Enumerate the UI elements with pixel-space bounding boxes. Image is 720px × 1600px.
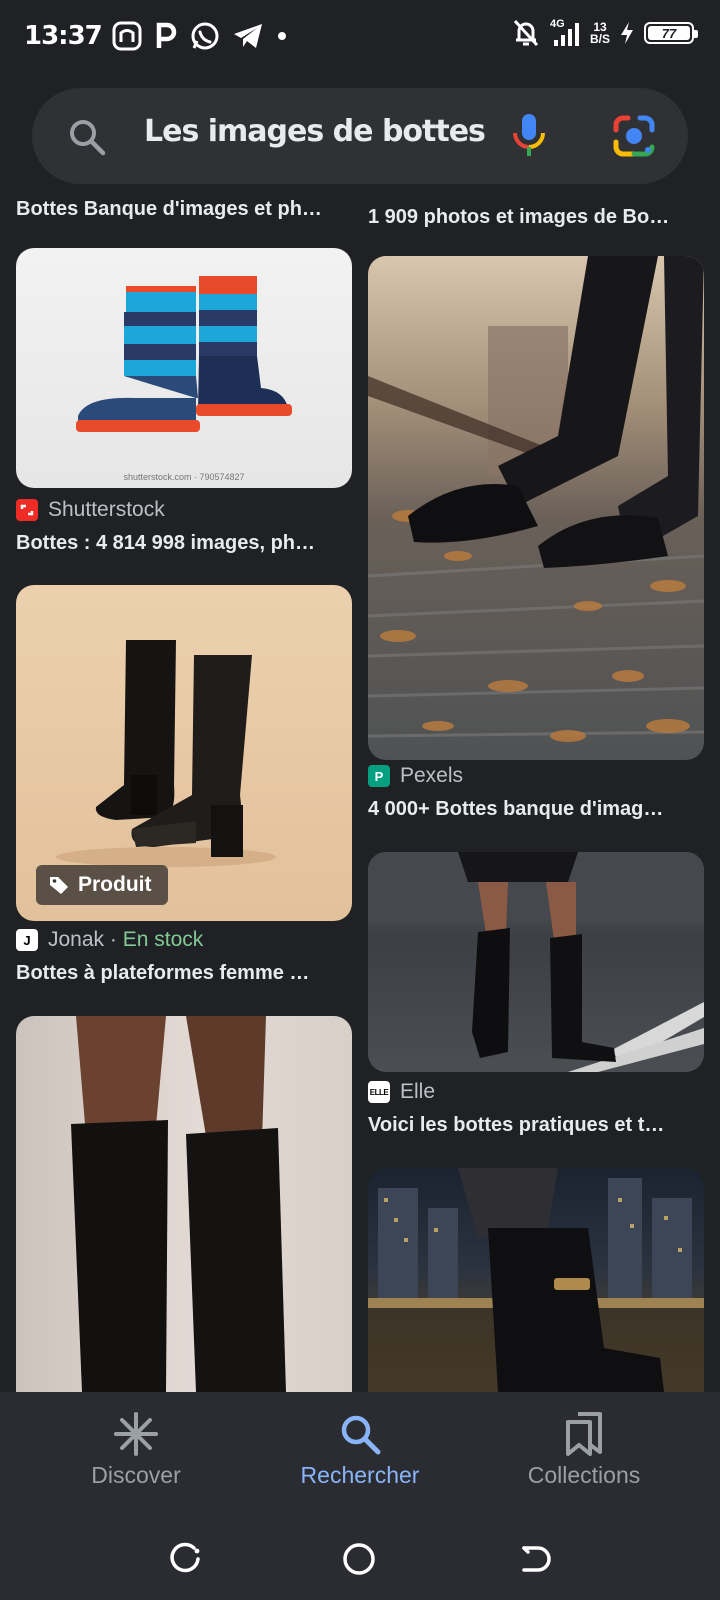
network-speed-unit: B/S bbox=[589, 32, 610, 46]
result-title-6[interactable]: Voici les bottes pratiques et t… bbox=[368, 1114, 704, 1137]
parking-icon bbox=[154, 21, 178, 51]
jonak-favicon-icon: J bbox=[16, 929, 38, 951]
battery-level: 77 bbox=[648, 26, 690, 41]
elle-favicon-icon: ELLE bbox=[368, 1081, 390, 1103]
signal-4g-icon: 4G bbox=[550, 18, 580, 48]
shutterstock-favicon-icon bbox=[16, 499, 38, 521]
recent-apps-icon[interactable] bbox=[168, 1542, 202, 1581]
result-source-jonak[interactable]: J Jonak · En stock bbox=[16, 928, 203, 952]
discover-asterisk-icon bbox=[114, 1412, 158, 1456]
source-name: Shutterstock bbox=[48, 498, 165, 521]
tag-icon bbox=[50, 877, 68, 894]
nav-search[interactable]: Rechercher bbox=[260, 1412, 460, 1489]
result-image-knee-boots[interactable] bbox=[16, 1016, 352, 1392]
source-name: Elle bbox=[400, 1080, 436, 1103]
system-status-icons: 4G 13 B/S 77 bbox=[512, 18, 698, 48]
result-title-5[interactable]: 4 000+ Bottes banque d'imag… bbox=[368, 798, 704, 821]
clock: 13:37 bbox=[24, 21, 103, 51]
battery-indicator: 77 bbox=[644, 22, 698, 44]
nav-discover-label: Discover bbox=[91, 1462, 181, 1488]
system-navigation-bar bbox=[0, 1520, 720, 1600]
nav-search-label: Rechercher bbox=[300, 1462, 420, 1488]
more-notifications-dot-icon bbox=[276, 30, 288, 42]
result-title-3[interactable]: Bottes à plateformes femme … bbox=[16, 962, 352, 985]
network-speed: 13 B/S bbox=[590, 21, 610, 45]
voice-search-mic-icon[interactable] bbox=[512, 112, 546, 163]
pexels-favicon-icon: P bbox=[368, 765, 390, 787]
result-image-autumn-boots[interactable] bbox=[368, 256, 704, 760]
search-icon bbox=[68, 118, 106, 161]
google-lens-icon[interactable] bbox=[612, 114, 656, 163]
silent-bell-icon bbox=[512, 18, 540, 48]
source-name: Pexels bbox=[400, 764, 464, 787]
notification-icons bbox=[112, 21, 288, 51]
result-title-2[interactable]: Bottes : 4 814 998 images, ph… bbox=[16, 532, 352, 555]
stock-status: En stock bbox=[122, 928, 204, 951]
nav-collections[interactable]: Collections bbox=[484, 1412, 684, 1489]
product-chip[interactable]: Produit bbox=[36, 865, 168, 905]
result-source-shutterstock[interactable]: Shutterstock bbox=[16, 498, 165, 522]
product-chip-label: Produit bbox=[78, 873, 152, 896]
bottom-navigation: Discover Rechercher Collections bbox=[0, 1392, 720, 1600]
search-nav-icon bbox=[341, 1415, 381, 1455]
source-separator: · bbox=[104, 928, 123, 951]
result-source-elle[interactable]: ELLE Elle bbox=[368, 1080, 435, 1104]
whatsapp-icon bbox=[190, 21, 220, 51]
image-watermark: shutterstock.com · 790574827 bbox=[123, 472, 244, 482]
home-icon[interactable] bbox=[342, 1542, 376, 1581]
nav-discover[interactable]: Discover bbox=[36, 1412, 236, 1489]
result-title-4[interactable]: 1 909 photos et images de Bo… bbox=[368, 206, 704, 229]
back-icon[interactable] bbox=[520, 1542, 554, 1581]
search-query[interactable]: Les images de bottes bbox=[144, 114, 486, 149]
result-image-platform-boots[interactable]: Produit bbox=[16, 585, 352, 921]
result-image-street-boots[interactable] bbox=[368, 852, 704, 1072]
nav-collections-label: Collections bbox=[527, 1462, 641, 1488]
app-notification-icon bbox=[112, 21, 142, 51]
charging-bolt-icon bbox=[620, 21, 634, 45]
source-name: Jonak bbox=[48, 928, 105, 951]
telegram-icon bbox=[232, 21, 264, 51]
status-bar: 13:37 4G 13 B/S 77 bbox=[0, 0, 720, 72]
collections-bookmarks-icon bbox=[566, 1412, 602, 1456]
result-source-pexels[interactable]: P Pexels bbox=[368, 764, 463, 788]
result-image-night-city-boots[interactable] bbox=[368, 1168, 704, 1392]
result-image-rain-boots[interactable]: shutterstock.com · 790574827 bbox=[16, 248, 352, 488]
search-bar[interactable]: Les images de bottes bbox=[32, 88, 688, 184]
app-screen: 13:37 4G 13 B/S 77 Les images de bottes … bbox=[0, 0, 720, 1600]
result-title-1[interactable]: Bottes Banque d'images et ph… bbox=[16, 198, 352, 221]
